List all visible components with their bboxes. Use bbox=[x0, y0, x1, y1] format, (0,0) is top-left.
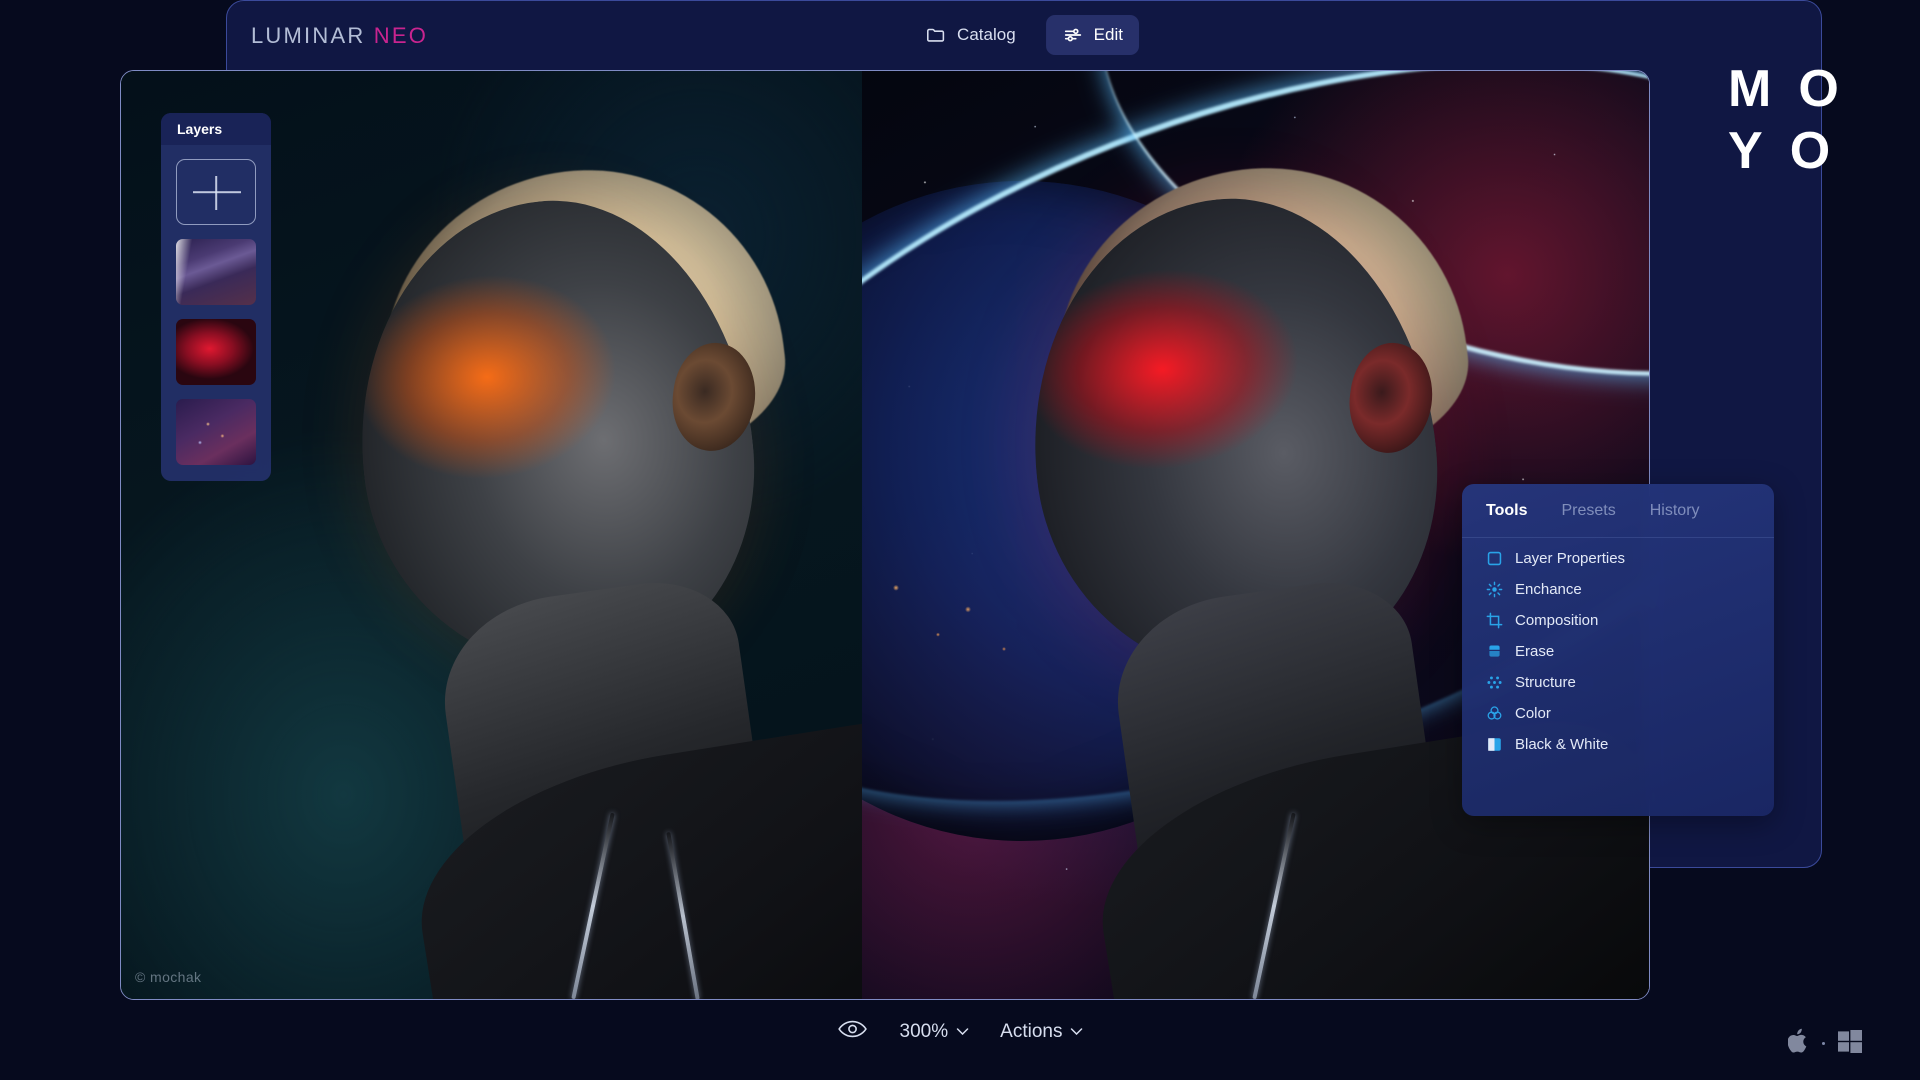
moyo-letter-y: Y bbox=[1728, 122, 1764, 180]
tools-panel[interactable]: Tools Presets History Layer Properties E… bbox=[1462, 484, 1774, 816]
color-circles-icon bbox=[1486, 705, 1503, 722]
nav-item-edit[interactable]: Edit bbox=[1045, 15, 1139, 55]
sparkle-icon bbox=[1486, 581, 1503, 598]
apple-icon[interactable] bbox=[1787, 1028, 1810, 1059]
layers-panel-title: Layers bbox=[161, 113, 271, 145]
moyo-logo-row-2: Y O bbox=[1728, 120, 1868, 182]
add-layer-button[interactable] bbox=[176, 159, 256, 225]
actions-dropdown[interactable]: Actions bbox=[1000, 1020, 1083, 1043]
eye-icon[interactable] bbox=[838, 1018, 868, 1045]
tool-item-structure-label: Structure bbox=[1515, 674, 1576, 691]
nav-item-catalog-label: Catalog bbox=[957, 25, 1016, 44]
layer-thumbnail-earth-night[interactable] bbox=[176, 399, 256, 465]
layers-list bbox=[161, 145, 271, 481]
moyo-letter-o1: O bbox=[1798, 60, 1840, 118]
tool-item-color-label: Color bbox=[1515, 705, 1551, 722]
tool-item-black-and-white[interactable]: Black & White bbox=[1486, 736, 1774, 753]
tool-item-layer-properties-label: Layer Properties bbox=[1515, 550, 1626, 567]
actions-label: Actions bbox=[1000, 1020, 1063, 1042]
main-nav: Catalog Edit bbox=[909, 15, 1139, 55]
moyo-letter-m: M bbox=[1728, 60, 1773, 118]
brand-primary-text: LUMINAR bbox=[251, 23, 366, 48]
tools-panel-tabs: Tools Presets History bbox=[1462, 484, 1774, 538]
moyo-logo-row-1: M O bbox=[1728, 58, 1868, 120]
platform-icons bbox=[1787, 1028, 1863, 1059]
nav-item-catalog[interactable]: Catalog bbox=[909, 15, 1032, 55]
before-after-split: © mochak bbox=[121, 71, 1649, 999]
windows-icon[interactable] bbox=[1837, 1028, 1863, 1059]
tool-item-enchance[interactable]: Enchance bbox=[1486, 581, 1774, 598]
tool-item-color[interactable]: Color bbox=[1486, 705, 1774, 722]
app-brand-logo: LUMINAR NEO bbox=[251, 23, 428, 49]
moyo-logo: M O Y O bbox=[1728, 58, 1868, 188]
sliders-icon bbox=[1062, 24, 1084, 46]
dots-cluster-icon bbox=[1486, 674, 1503, 691]
tool-item-enchance-label: Enchance bbox=[1515, 581, 1582, 598]
moyo-letter-o2: O bbox=[1789, 122, 1832, 180]
chevron-down-icon bbox=[1070, 1028, 1083, 1035]
tool-item-black-and-white-label: Black & White bbox=[1515, 736, 1609, 753]
half-square-icon bbox=[1486, 736, 1503, 753]
tool-item-layer-properties[interactable]: Layer Properties bbox=[1486, 550, 1774, 567]
folder-icon bbox=[925, 24, 947, 46]
tab-tools[interactable]: Tools bbox=[1486, 502, 1527, 520]
top-bar: LUMINAR NEO Catalog Edit bbox=[227, 1, 1821, 73]
tool-item-erase[interactable]: Erase bbox=[1486, 643, 1774, 660]
canvas-watermark: © mochak bbox=[135, 969, 202, 985]
tools-list: Layer Properties Enchance Composition Er… bbox=[1462, 538, 1774, 753]
tab-history[interactable]: History bbox=[1650, 502, 1700, 520]
tool-item-erase-label: Erase bbox=[1515, 643, 1555, 660]
crop-icon bbox=[1486, 612, 1503, 629]
platform-separator-dot bbox=[1822, 1042, 1825, 1045]
bottom-toolbar: 300% Actions bbox=[0, 1000, 1920, 1080]
layer-thumbnail-space-horizon[interactable] bbox=[176, 239, 256, 305]
square-outline-icon bbox=[1486, 550, 1503, 567]
brand-accent-text: NEO bbox=[373, 23, 429, 48]
zoom-level-dropdown[interactable]: 300% bbox=[900, 1021, 969, 1043]
layer-thumbnail-red-light[interactable] bbox=[176, 319, 256, 385]
editor-canvas[interactable]: © mochak Layers bbox=[120, 70, 1650, 1000]
zoom-level-value: 300% bbox=[899, 1020, 949, 1042]
nav-item-edit-label: Edit bbox=[1093, 25, 1123, 44]
tab-presets[interactable]: Presets bbox=[1561, 502, 1615, 520]
bottom-toolbar-controls: 300% Actions bbox=[838, 1018, 1083, 1045]
layers-panel[interactable]: Layers bbox=[161, 113, 271, 481]
eraser-icon bbox=[1486, 643, 1503, 660]
chevron-down-icon bbox=[956, 1028, 968, 1035]
tool-item-structure[interactable]: Structure bbox=[1486, 674, 1774, 691]
tool-item-composition[interactable]: Composition bbox=[1486, 612, 1774, 629]
tool-item-composition-label: Composition bbox=[1515, 612, 1599, 629]
